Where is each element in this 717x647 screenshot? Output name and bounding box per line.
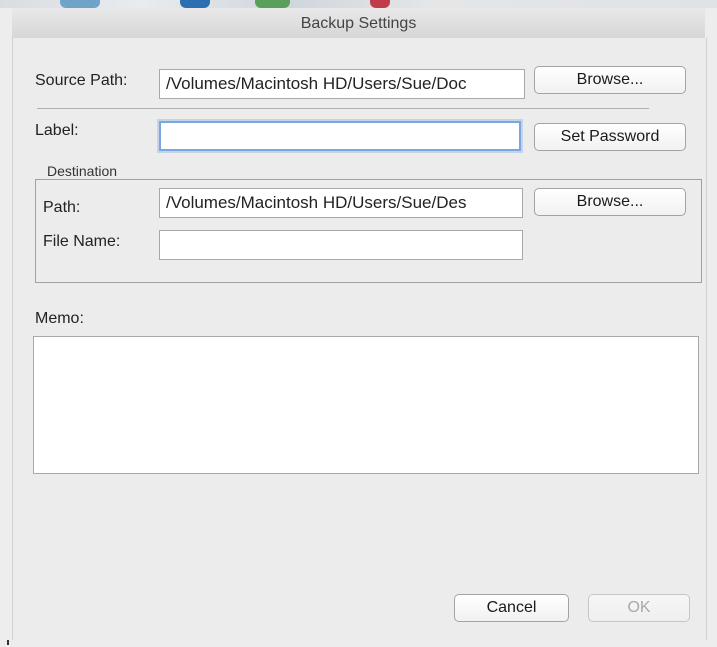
destination-group-label: Destination bbox=[43, 163, 122, 179]
memo-textarea[interactable] bbox=[33, 336, 699, 474]
desktop-icon-blue bbox=[60, 0, 100, 8]
destination-browse-button[interactable]: Browse... bbox=[534, 188, 686, 216]
window-corner-mark bbox=[7, 640, 9, 645]
dialog-title: Backup Settings bbox=[300, 15, 417, 32]
dialog-titlebar[interactable]: Backup Settings bbox=[12, 8, 705, 39]
label-input[interactable] bbox=[159, 121, 521, 151]
ok-button[interactable]: OK bbox=[588, 594, 690, 622]
label-field-label: Label: bbox=[35, 122, 79, 139]
source-path-label: Source Path: bbox=[35, 72, 128, 89]
desktop-icon-red bbox=[370, 0, 390, 8]
destination-path-label: Path: bbox=[43, 199, 81, 216]
memo-label: Memo: bbox=[35, 310, 84, 327]
backup-settings-dialog: Source Path: /Volumes/Macintosh HD/Users… bbox=[12, 38, 707, 640]
desktop-background-strip bbox=[0, 0, 717, 8]
file-name-label: File Name: bbox=[43, 233, 121, 250]
desktop-icon-darkblue bbox=[180, 0, 210, 8]
set-password-button[interactable]: Set Password bbox=[534, 123, 686, 151]
file-name-field[interactable] bbox=[159, 230, 523, 260]
destination-path-field[interactable]: /Volumes/Macintosh HD/Users/Sue/Des bbox=[159, 188, 523, 218]
source-browse-button[interactable]: Browse... bbox=[534, 66, 686, 94]
desktop-icon-green bbox=[255, 0, 290, 8]
source-path-field[interactable]: /Volumes/Macintosh HD/Users/Sue/Doc bbox=[159, 69, 525, 99]
cancel-button[interactable]: Cancel bbox=[454, 594, 569, 622]
source-separator bbox=[37, 108, 649, 109]
